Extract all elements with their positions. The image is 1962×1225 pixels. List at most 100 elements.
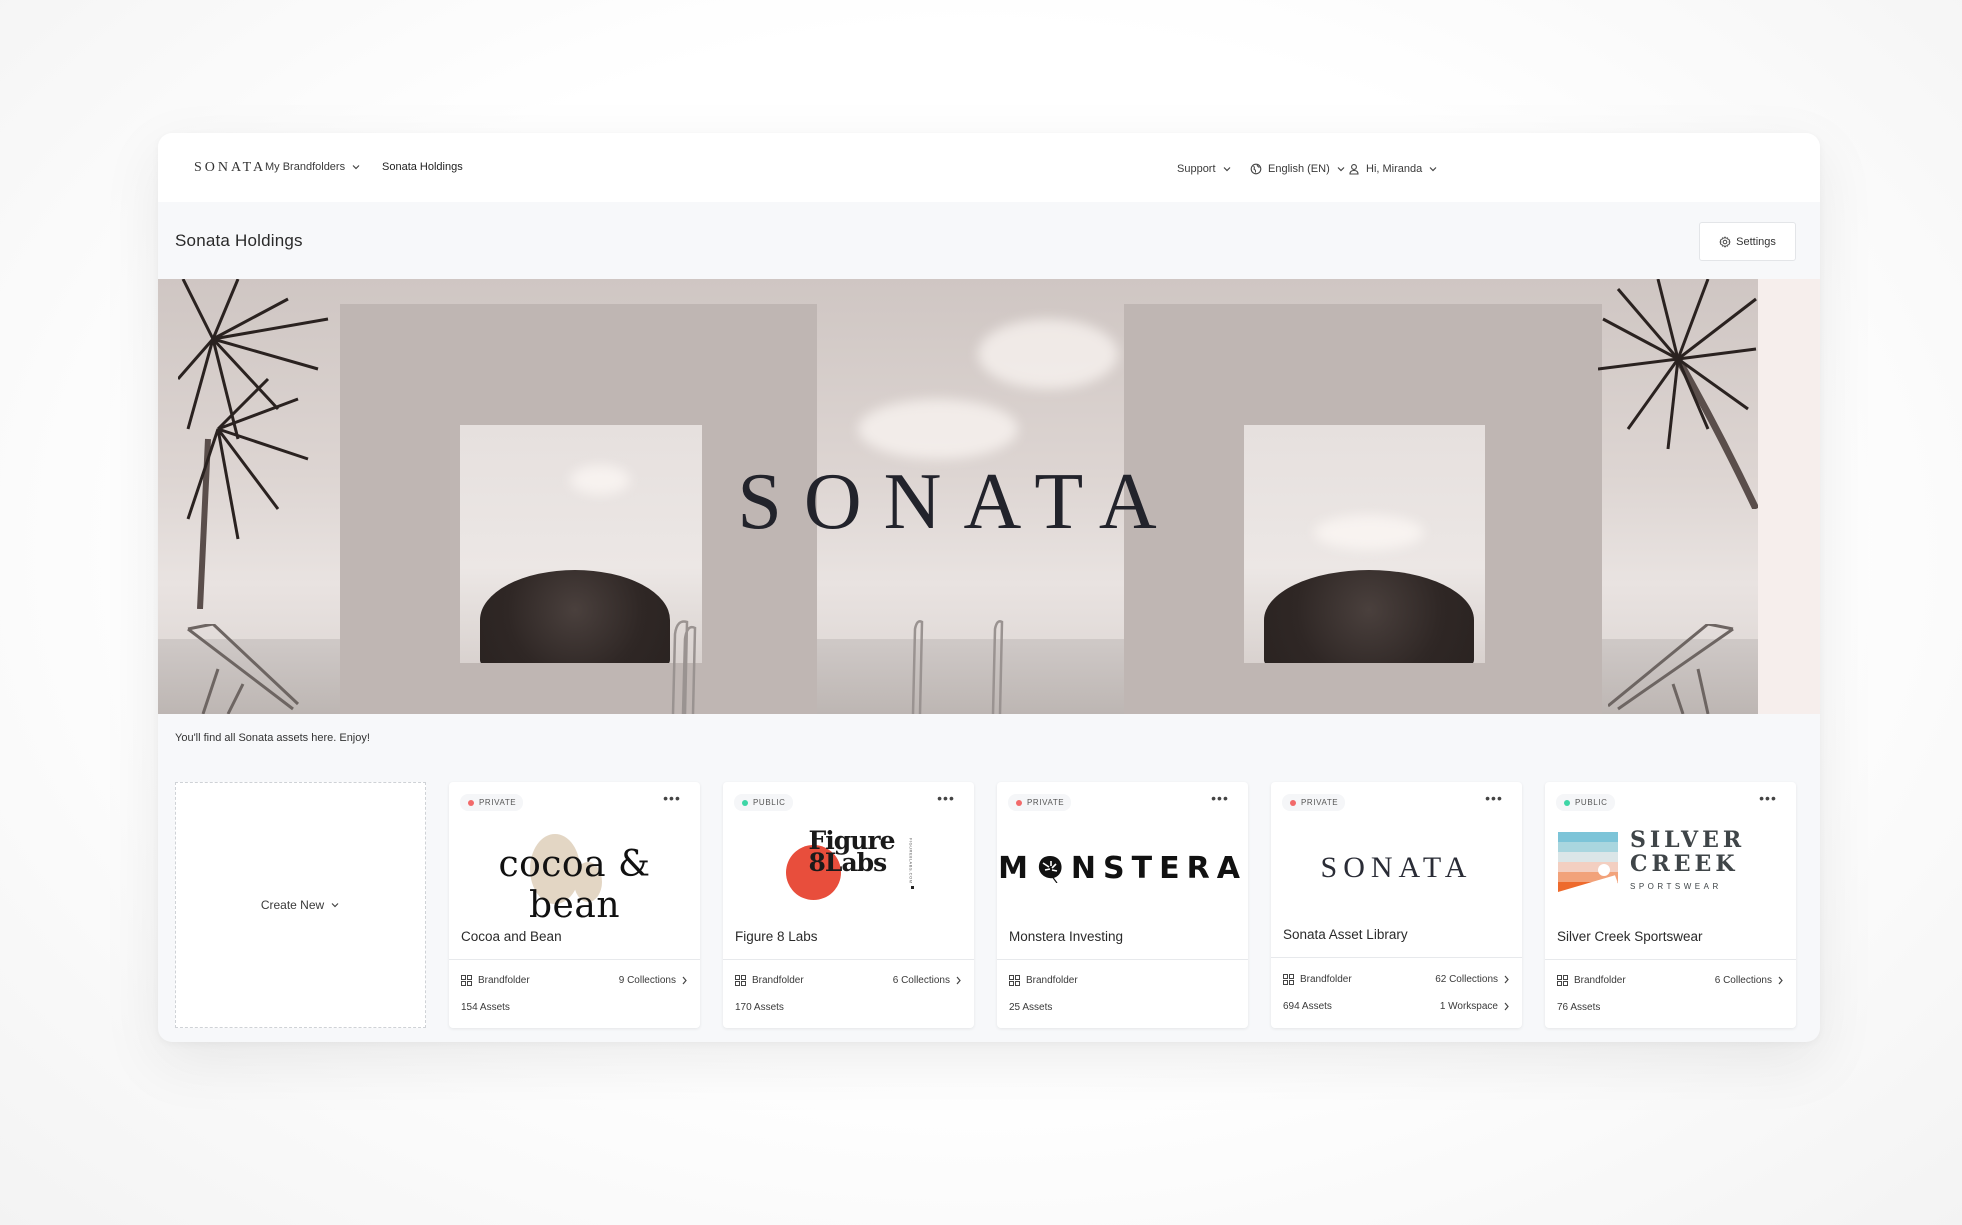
create-new-button[interactable]: Create New — [175, 782, 426, 1028]
my-brandfolders-dropdown[interactable]: My Brandfolders — [265, 161, 361, 173]
visibility-label: PRIVATE — [1027, 798, 1065, 807]
collections-link[interactable]: 62 Collections — [1435, 974, 1510, 985]
lounger-left — [187, 624, 300, 714]
more-options-button[interactable]: ••• — [936, 791, 956, 805]
create-new-label: Create New — [260, 898, 325, 912]
divider — [449, 959, 700, 960]
asset-count: 25 Assets — [1009, 1002, 1053, 1013]
visibility-badge: PRIVATE — [460, 794, 524, 811]
visibility-badge: PRIVATE — [1282, 794, 1346, 811]
chevron-right-icon — [1778, 976, 1783, 985]
visibility-badge: PUBLIC — [734, 794, 793, 811]
globe-icon — [1250, 163, 1262, 175]
user-menu-dropdown[interactable]: Hi, Miranda — [1348, 163, 1438, 175]
chevron-right-icon — [956, 976, 961, 985]
brand-logo-image: SONATA — [1271, 818, 1522, 918]
brand-logo-image: cocoa & bean — [449, 818, 700, 918]
collections-link[interactable]: 6 Collections — [1715, 975, 1784, 986]
brandfolder-card[interactable]: PUBLIC ••• Figure 8Labs FIGURE8LABS.COM F… — [723, 782, 974, 1028]
visibility-label: PRIVATE — [1301, 798, 1339, 807]
card-title[interactable]: Figure 8 Labs — [735, 929, 818, 944]
asset-count: 76 Assets — [1557, 1002, 1601, 1013]
brandfolder-card[interactable]: PUBLIC ••• SILVER CREEK SPORTSWEAR Silver… — [1545, 782, 1796, 1028]
card-title[interactable]: Cocoa and Bean — [461, 929, 562, 944]
more-options-button[interactable]: ••• — [662, 791, 682, 805]
breadcrumb-current-label: Sonata Holdings — [382, 161, 463, 173]
banner-wordmark: SONATA — [737, 458, 1179, 546]
chevron-right-icon — [1504, 975, 1509, 984]
public-dot — [1564, 799, 1570, 806]
collections-count: 6 Collections — [1714, 975, 1772, 986]
collections-link[interactable]: 9 Collections — [619, 975, 688, 986]
gear-icon — [1719, 235, 1732, 248]
public-dot — [742, 799, 748, 806]
logo-text: SONATA — [1320, 851, 1473, 884]
asset-count: 170 Assets — [735, 1002, 784, 1013]
brand-logo-image: Figure 8Labs FIGURE8LABS.COM — [723, 818, 974, 918]
brand-logo-image: SILVER CREEK SPORTSWEAR — [1545, 818, 1796, 918]
logo-text: M NSTERA — [998, 850, 1247, 886]
chevron-right-icon — [1504, 1002, 1509, 1011]
logo-text: Figure 8Labs — [808, 826, 896, 877]
visibility-label: PRIVATE — [479, 798, 517, 807]
chevron-down-icon — [351, 162, 361, 172]
settings-button[interactable]: Settings — [1699, 222, 1796, 261]
collections-count: 6 Collections — [892, 975, 950, 986]
chevron-right-icon — [682, 976, 687, 985]
lounger-right — [1608, 624, 1734, 714]
more-options-button[interactable]: ••• — [1758, 791, 1778, 805]
divider — [997, 959, 1248, 960]
workspace-link[interactable]: 1 Workspace — [1440, 1001, 1510, 1012]
asset-count: 154 Assets — [461, 1002, 510, 1013]
private-dot — [1016, 799, 1022, 806]
more-options-button[interactable]: ••• — [1484, 791, 1504, 805]
brand-logo-image: M NSTERA — [997, 818, 1248, 918]
collections-link[interactable]: 6 Collections — [893, 975, 962, 986]
brandfolder-card[interactable]: PRIVATE ••• cocoa & bean Cocoa and Bean … — [449, 782, 700, 1028]
banner-image: SONATA — [158, 279, 1820, 714]
my-brandfolders-label: My Brandfolders — [265, 161, 346, 173]
brandfolder-window: SONATA My Brandfolders Sonata Holdings S… — [158, 133, 1820, 1042]
logo-text: cocoa & bean — [498, 844, 651, 918]
support-dropdown[interactable]: Support — [1177, 163, 1232, 175]
private-dot — [468, 799, 474, 806]
user-greeting: Hi, Miranda — [1366, 163, 1423, 175]
visibility-label: PUBLIC — [1575, 798, 1608, 807]
asset-count: 694 Assets — [1283, 1001, 1332, 1012]
settings-label: Settings — [1736, 235, 1776, 248]
card-type: Brandfolder — [1026, 975, 1078, 986]
breadcrumb-current[interactable]: Sonata Holdings — [382, 161, 463, 173]
logo-subtext: SPORTSWEAR — [1630, 882, 1722, 891]
logo-side-text: FIGURE8LABS.COM — [908, 838, 914, 884]
card-title[interactable]: Sonata Asset Library — [1283, 927, 1408, 942]
sunset-stripes-icon — [1558, 832, 1618, 892]
pool-ladder — [671, 620, 697, 714]
card-type: Brandfolder — [478, 975, 530, 986]
grid-icon — [1557, 975, 1568, 986]
brandfolder-card[interactable]: PRIVATE ••• SONATA Sonata Asset Library … — [1271, 782, 1522, 1028]
grid-icon — [735, 975, 746, 986]
language-dropdown[interactable]: English (EN) — [1250, 163, 1346, 175]
brandfolder-description: You'll find all Sonata assets here. Enjo… — [175, 732, 370, 744]
card-title[interactable]: Monstera Investing — [1009, 929, 1123, 944]
card-title[interactable]: Silver Creek Sportswear — [1557, 929, 1703, 944]
brandfolder-card[interactable]: PRIVATE ••• M NSTERA Monstera Investing … — [997, 782, 1248, 1028]
grid-icon — [1009, 975, 1020, 986]
banner-edge — [1758, 279, 1820, 714]
private-dot — [1290, 799, 1296, 806]
divider — [723, 959, 974, 960]
chevron-down-icon — [1428, 164, 1438, 174]
palm-left — [178, 279, 329, 609]
top-navigation: SONATA My Brandfolders Sonata Holdings S… — [158, 133, 1820, 202]
card-type: Brandfolder — [1574, 975, 1626, 986]
support-label: Support — [1177, 163, 1216, 175]
pool-ladder — [911, 620, 1004, 714]
brand-logo[interactable]: SONATA — [194, 160, 266, 176]
chevron-down-icon — [330, 900, 340, 910]
more-options-button[interactable]: ••• — [1210, 791, 1230, 805]
logo-text: SILVER CREEK — [1630, 827, 1746, 877]
visibility-badge: PUBLIC — [1556, 794, 1615, 811]
collections-count: 62 Collections — [1435, 974, 1498, 985]
visibility-badge: PRIVATE — [1008, 794, 1072, 811]
chevron-down-icon — [1336, 164, 1346, 174]
